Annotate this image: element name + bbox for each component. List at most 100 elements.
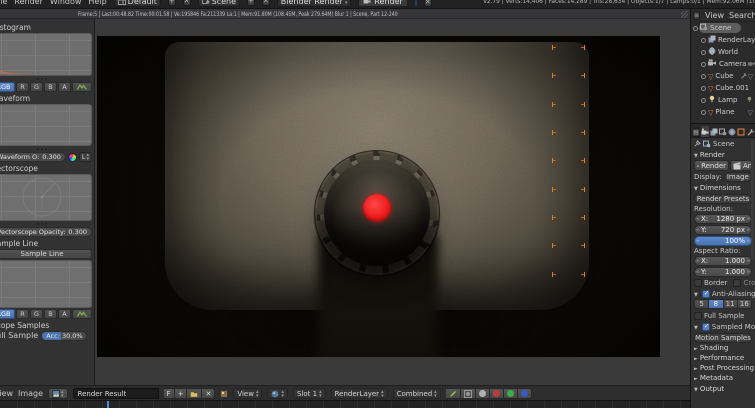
fake-user-button[interactable]: F [164,388,175,399]
waveform-mode-dropdown[interactable]: L ▴▾ [79,152,92,162]
dimensions-panel-header[interactable]: Dimensions [694,184,741,192]
open-image-button[interactable] [187,388,202,399]
outliner-item-scene[interactable]: Scene [691,22,755,34]
expand-toggle-icon[interactable] [701,50,706,55]
render-presets-dropdown[interactable]: Render Presets [694,194,752,204]
properties-editor-icon[interactable]: ▤ [692,128,700,137]
render-button[interactable]: Render [358,0,407,7]
tab-render-layers[interactable] [710,126,718,137]
border-checkbox[interactable] [694,279,702,287]
motion-samples-field[interactable]: Motion Samples: 30 [694,333,752,343]
screen-layout-selector[interactable]: Default [114,0,161,7]
outliner-item-lamp[interactable]: Lamp [691,94,755,106]
aa-samples-11-button[interactable]: 11 [724,299,738,309]
scope-curve-icon[interactable] [72,82,92,92]
panel-drag-handle[interactable] [0,77,92,81]
scope-samples-section-title[interactable]: Scope Samples [0,321,92,330]
outliner-editor-icon[interactable]: ≡ [693,11,700,20]
mask-mode-toggle[interactable] [461,388,476,399]
mesh-data-icon[interactable]: ▽ [748,72,753,81]
mesh-data-icon[interactable]: ▽ [748,108,753,117]
timeline-strip[interactable] [0,400,690,408]
tab-world[interactable] [728,126,736,137]
collapsed-panel-shading[interactable]: Shading [694,344,728,352]
waveform-opacity-slider[interactable]: Waveform O: 0.300 [0,152,66,162]
render-panel-header[interactable]: Render [694,151,725,159]
properties-scrollbar[interactable] [751,140,754,260]
full-sample-label[interactable]: Full Sample [0,331,38,340]
channel-r-toggle[interactable] [490,388,504,399]
delete-scene-button[interactable]: ✕ [262,0,270,6]
outliner-item-plane[interactable]: ▽ Plane ▽ [691,106,755,118]
menu-render[interactable]: Render [14,0,42,6]
channel-b-toggle[interactable] [518,388,532,399]
expand-toggle-icon[interactable] [701,86,706,91]
render-engine-selector[interactable]: Blender Render ▴▾ [277,0,352,7]
collapsed-panel-metadata[interactable]: Metadata [694,374,733,382]
expand-toggle-icon[interactable] [693,26,698,31]
menu-window[interactable]: Window [50,0,82,6]
channel-a-button[interactable]: A [58,309,71,319]
add-layout-button[interactable]: + [168,0,176,6]
outliner-item-camera[interactable]: Camera [691,58,755,70]
render-animation-button[interactable]: Animation [730,160,752,171]
channel-r-button[interactable]: R [16,82,29,92]
waveform-section-title[interactable]: Waveform [0,94,92,103]
vectorscope-opacity-slider[interactable]: Vectorscope Opacity: 0.300 [0,227,92,237]
view-mode-dropdown[interactable]: View ▴▾ [233,388,262,399]
tab-scene[interactable] [719,126,727,137]
image-datablock-name[interactable]: Render Result [73,388,159,399]
panel-drag-handle[interactable] [0,147,92,151]
motion-blur-checkbox[interactable] [702,323,710,331]
anti-aliasing-title[interactable]: Anti-Aliasing [712,290,755,298]
image-paint-toggle[interactable] [446,388,461,399]
output-panel-header[interactable]: Output [694,385,724,393]
aa-samples-16-button[interactable]: 16 [738,299,752,309]
anti-aliasing-panel-header[interactable] [694,290,700,298]
render-still-button[interactable]: Render [694,160,729,171]
expand-toggle-icon[interactable] [701,62,706,67]
channel-rgb-button[interactable]: RGB [0,309,15,319]
aa-samples-5-button[interactable]: 5 [694,299,709,309]
render-pass-dropdown[interactable]: Combined ▴▾ [393,388,441,399]
pin-icon[interactable] [694,140,701,147]
scope-curve-icon[interactable] [72,309,92,319]
aspect-y-field[interactable]: Y: 1.000 [694,267,752,277]
full-sample-checkbox[interactable] [694,312,702,320]
vectorscope-section-title[interactable]: Vectorscope [0,164,92,173]
channel-rgb-button[interactable]: RGB [0,82,15,92]
expand-toggle-icon[interactable] [701,98,706,103]
panel-drag-handle[interactable] [0,222,92,226]
outliner-menu-search[interactable]: Search [729,11,755,20]
display-sphere-dropdown[interactable]: ▴▾ [267,388,288,399]
outliner-item-cube.001[interactable]: ▽ Cube.001 [691,82,755,94]
scene-selector[interactable]: Scene [198,0,240,7]
camera-data-icon[interactable] [748,60,755,69]
histogram-section-title[interactable]: Histogram [0,23,92,32]
tab-object[interactable] [737,126,745,137]
image-pin-icon[interactable] [220,390,228,398]
aspect-x-field[interactable]: X: 1.000 [694,256,752,266]
region-resize-grip[interactable] [681,11,688,18]
motion-blur-title[interactable]: Sampled Motion Blur [712,323,755,331]
menu-view[interactable]: View [0,389,13,398]
render-layer-dropdown[interactable]: RenderLayer ▴▾ [331,388,388,399]
channel-b-button[interactable]: B [44,309,57,319]
channel-b-button[interactable]: B [44,82,57,92]
add-scene-button[interactable]: + [247,0,255,6]
resolution-percentage-slider[interactable]: 100% [694,236,752,246]
expand-toggle-icon[interactable] [701,74,706,79]
tab-render[interactable] [701,126,709,137]
channel-rgb-toggle[interactable] [476,388,490,399]
collapsed-panel-performance[interactable]: Performance [694,354,744,362]
channel-a-button[interactable]: A [58,82,71,92]
lamp-data-icon[interactable] [746,96,753,105]
collapsed-panel-post-processing[interactable]: Post Processing [694,364,754,372]
wrench-icon[interactable] [740,72,747,81]
unlink-image-button[interactable]: ✕ [202,388,215,399]
outliner-item-world[interactable]: World [691,46,755,58]
channel-g-toggle[interactable] [504,388,518,399]
channel-g-button[interactable]: G [30,82,43,92]
menu-file[interactable]: File [0,0,7,6]
anti-aliasing-checkbox[interactable] [702,290,710,298]
